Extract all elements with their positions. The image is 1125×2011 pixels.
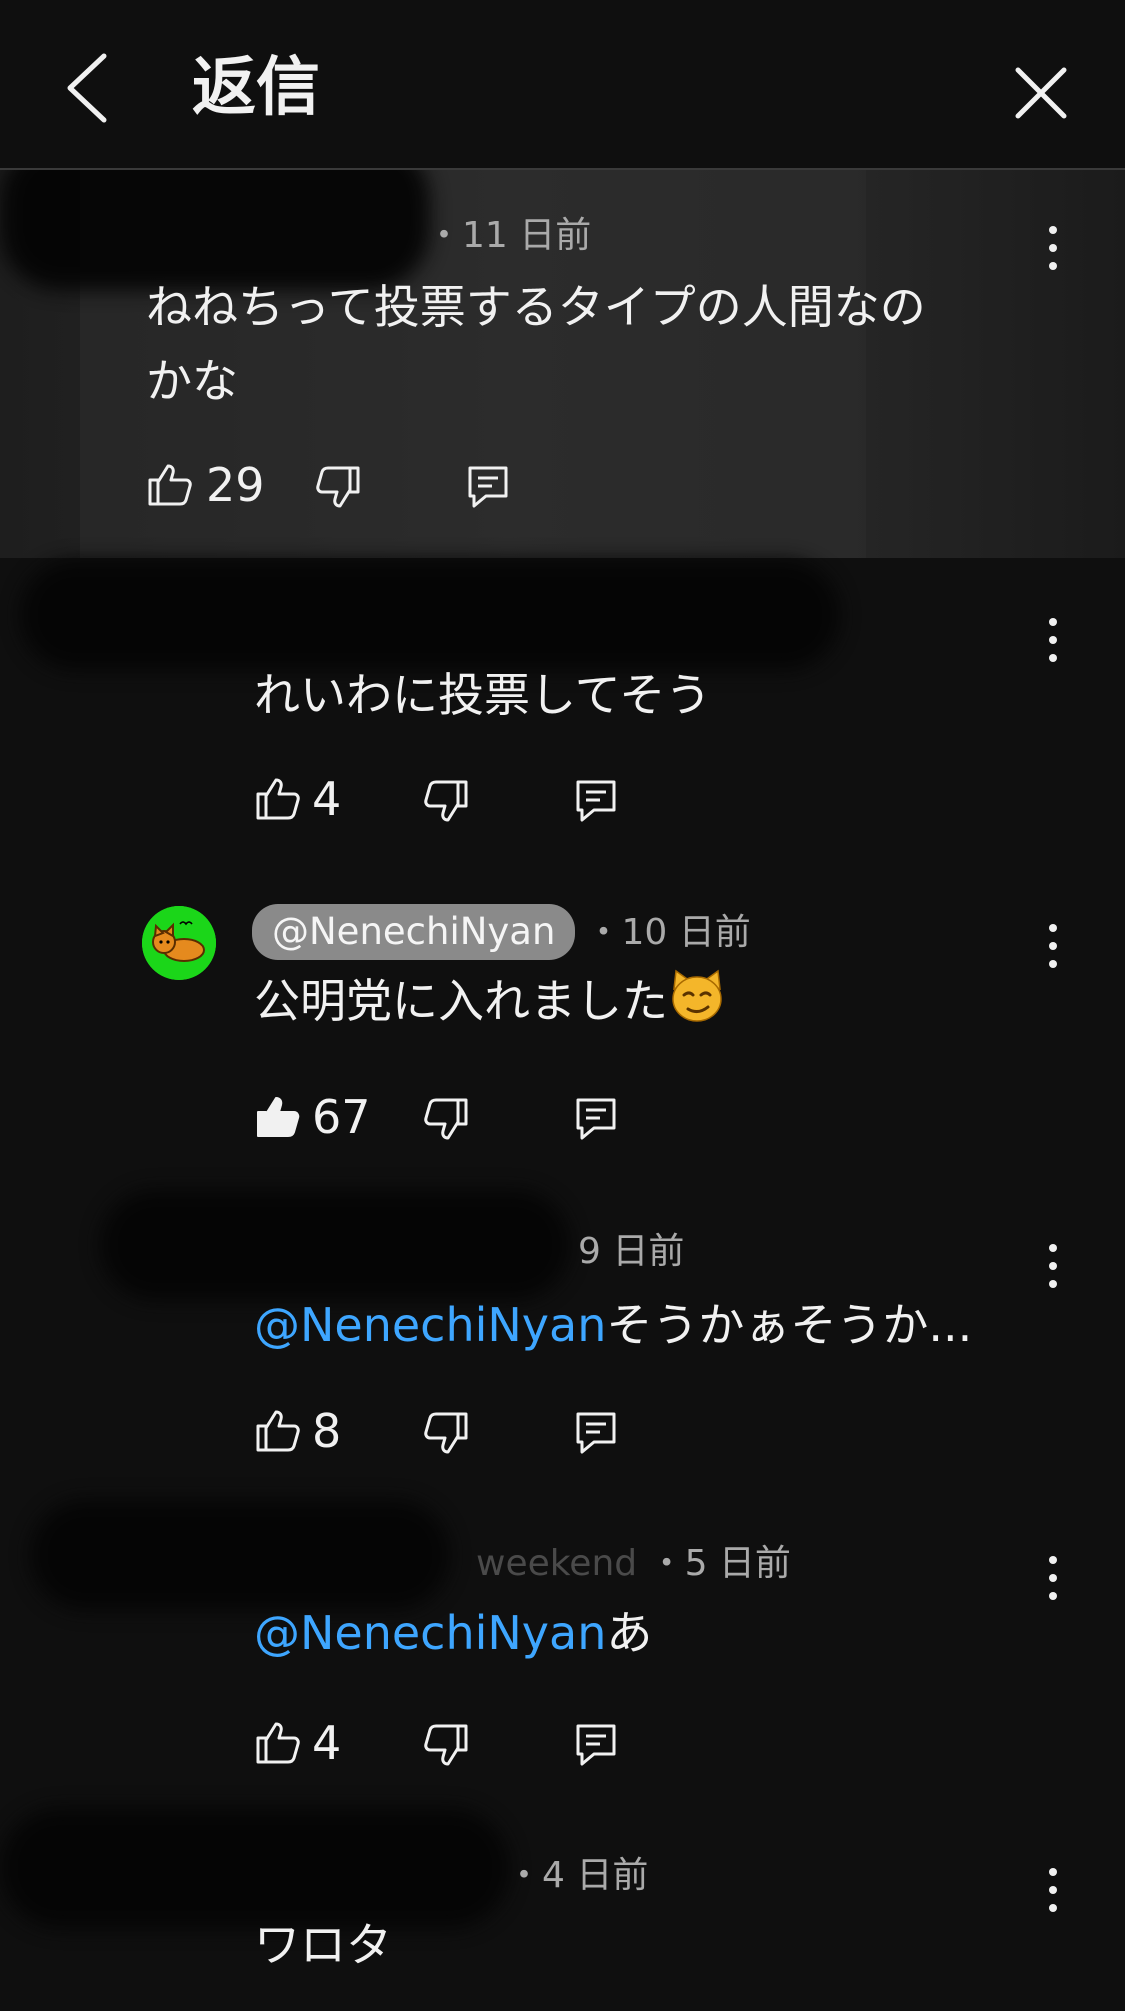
comment-timestamp: 9 日前 (578, 1231, 685, 1272)
like-filled-icon[interactable] (254, 1092, 302, 1140)
comment-text: @NenechiNyanあ (254, 1606, 653, 1660)
comment-actions: 8 (254, 1396, 654, 1466)
cat-avatar-icon (142, 906, 216, 980)
comment-text: 公明党に入れました (254, 964, 726, 1038)
comment-meta: @NenechiNyan ・10 日前 (252, 904, 751, 960)
like-count: 4 (312, 772, 342, 826)
comment-text: れいわに投票してそう (254, 668, 712, 722)
more-options-icon[interactable] (1036, 1860, 1070, 1920)
comment-timestamp: ・4 日前 (506, 1855, 649, 1896)
more-options-icon[interactable] (1036, 218, 1070, 278)
redacted-author (30, 1500, 450, 1610)
like-icon[interactable] (254, 774, 302, 822)
comment-text: ねねちって投票するタイプの人間なの かな (146, 280, 926, 408)
redacted-author (20, 560, 840, 670)
mention-link[interactable]: @NenechiNyan (254, 1298, 606, 1352)
comment-actions: 4 (254, 764, 654, 834)
mention-link[interactable]: @NenechiNyan (254, 1606, 606, 1660)
like-icon[interactable] (254, 1406, 302, 1454)
like-count: 29 (206, 458, 265, 512)
reply-icon[interactable] (572, 1408, 620, 1456)
channel-owner-handle[interactable]: @NenechiNyan (252, 904, 576, 960)
more-options-icon[interactable] (1036, 1548, 1070, 1608)
comment-actions: 4 (254, 1708, 654, 1778)
reply-icon[interactable] (572, 1720, 620, 1768)
reply-icon[interactable] (464, 462, 512, 510)
more-options-icon[interactable] (1036, 1236, 1070, 1296)
comment-timestamp: ・5 日前 (648, 1543, 791, 1584)
dislike-icon[interactable] (422, 1722, 470, 1770)
like-count: 4 (312, 1716, 342, 1770)
like-count: 67 (312, 1090, 371, 1144)
comment-actions: 67 (254, 1082, 654, 1152)
like-count: 8 (312, 1404, 342, 1458)
redacted-author (100, 1190, 570, 1300)
comment-meta: weekend ・5 日前 (476, 1542, 791, 1586)
avatar[interactable] (142, 906, 216, 980)
comment-text: @NenechiNyanそうかぁそうか... (254, 1298, 973, 1352)
like-icon[interactable] (254, 1718, 302, 1766)
dislike-icon[interactable] (422, 778, 470, 826)
replies-header: 返信 (0, 0, 1125, 170)
back-arrow-icon[interactable] (58, 50, 118, 126)
dislike-icon[interactable] (314, 464, 362, 512)
reply-icon[interactable] (572, 776, 620, 824)
more-options-icon[interactable] (1036, 610, 1070, 670)
dislike-icon[interactable] (422, 1096, 470, 1144)
more-options-icon[interactable] (1036, 916, 1070, 976)
close-icon[interactable] (1010, 62, 1072, 124)
dislike-icon[interactable] (422, 1410, 470, 1458)
comment-timestamp: ・10 日前 (585, 912, 751, 953)
comment-text: ワロタ (254, 1918, 392, 1972)
comment-author-partial[interactable]: weekend (476, 1543, 637, 1584)
comment-actions: 29 (146, 450, 546, 520)
page-title: 返信 (192, 51, 320, 125)
like-icon[interactable] (146, 460, 194, 508)
smirking-cat-emoji-icon (672, 969, 722, 1022)
reply-icon[interactable] (572, 1094, 620, 1142)
comment-timestamp: ・11 日前 (426, 215, 592, 256)
